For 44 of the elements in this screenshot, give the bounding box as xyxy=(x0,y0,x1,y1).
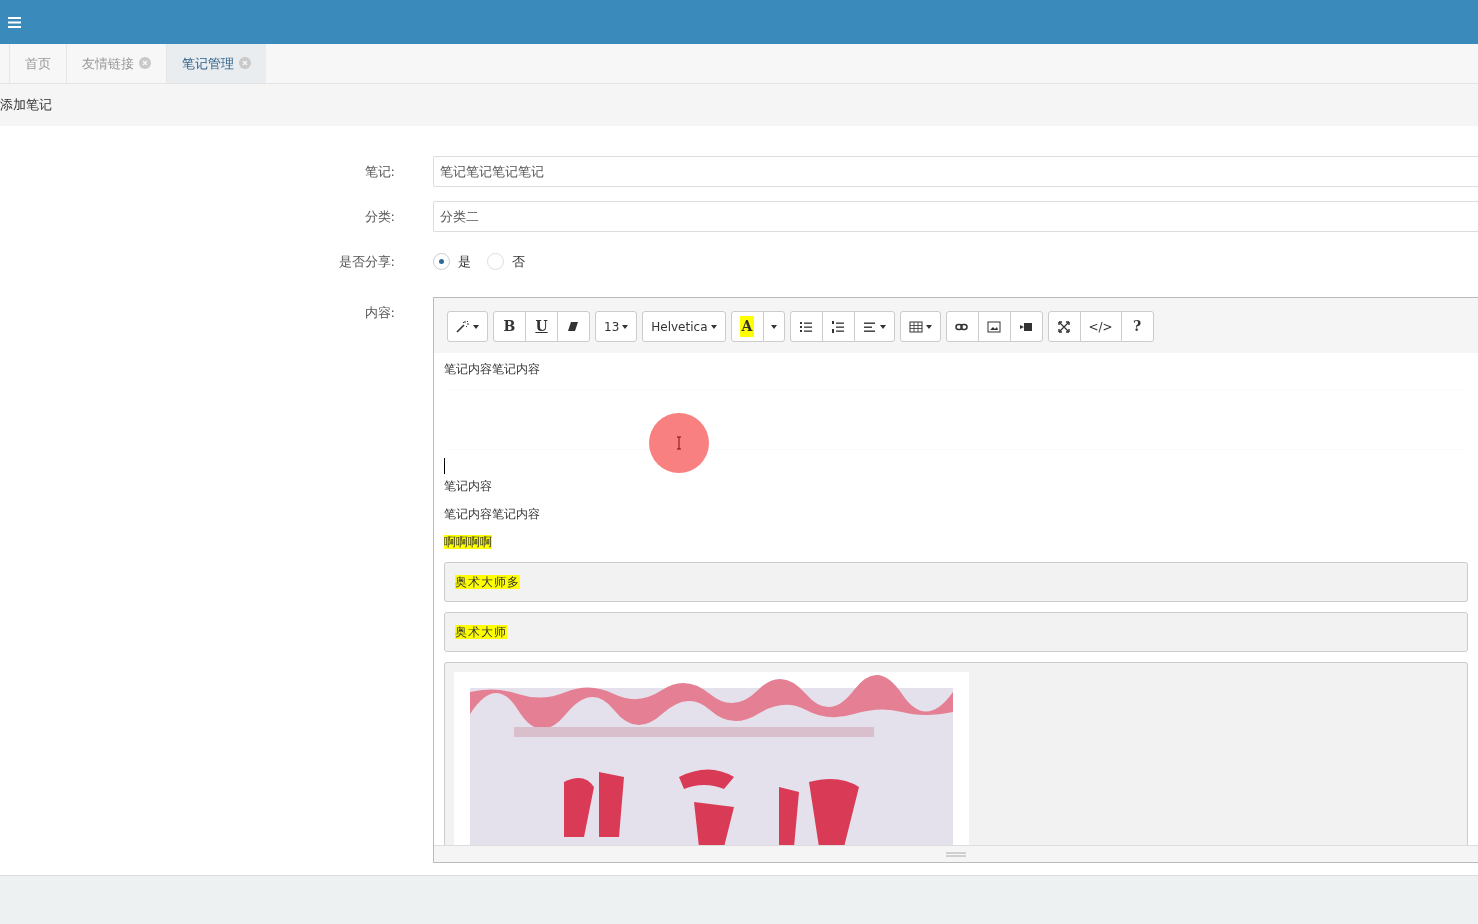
toolbar-button[interactable] xyxy=(557,311,590,342)
highlighted-text: 啊啊啊啊 xyxy=(444,535,492,549)
quote-text: 奥术大师 xyxy=(455,625,507,639)
eraser-icon xyxy=(566,319,581,334)
menu-icon[interactable] xyxy=(8,16,21,28)
paragraph: 笔记内容笔记内容 xyxy=(444,361,541,377)
text-cursor-icon xyxy=(676,436,682,450)
bullet-list-icon xyxy=(799,319,813,334)
toolbar-button[interactable]: B xyxy=(493,311,526,342)
toolbar-button[interactable] xyxy=(899,311,941,342)
field-label: 内容: xyxy=(363,304,395,322)
quote-text: 奥术大师多 xyxy=(455,575,520,589)
fullscreen-icon xyxy=(1057,319,1071,334)
paragraph: 笔记内容笔记内容 xyxy=(444,506,541,522)
page-title: 添加笔记 xyxy=(0,96,52,115)
paragraph: 笔记内容 xyxy=(444,478,493,494)
field-label: 是否分享: xyxy=(337,252,395,271)
toolbar-button[interactable]: Helvetica xyxy=(642,311,726,342)
toolbar-button[interactable]: A xyxy=(730,311,764,342)
rich-text-editor[interactable]: B U 13 Helvetica A </> ? 笔记内容笔记内容 笔记内容 笔记内容笔记内容 啊啊啊啊 奥术大师多 奥术大师 xyxy=(433,297,1478,863)
toolbar-button[interactable]: U xyxy=(525,311,558,342)
tab[interactable]: 笔记管理 xyxy=(166,44,266,83)
toolbar-button[interactable]: ? xyxy=(1120,311,1154,342)
toolbar-button[interactable]: </> xyxy=(1079,311,1122,342)
field-label: 笔记: xyxy=(363,162,395,181)
text-cursor xyxy=(444,458,445,474)
image-icon xyxy=(987,319,1001,334)
text-field[interactable]: 笔记笔记笔记笔记 xyxy=(433,156,1478,187)
toolbar-button[interactable] xyxy=(789,311,823,342)
toolbar-button[interactable] xyxy=(945,311,979,342)
toolbar-button[interactable]: 13 xyxy=(595,311,638,342)
caret-icon xyxy=(770,324,777,329)
option-label: 是 xyxy=(458,252,471,271)
toolbar-button[interactable] xyxy=(1047,311,1081,342)
table-icon xyxy=(908,319,923,334)
toolbar-button[interactable] xyxy=(821,311,855,342)
toolbar-button[interactable] xyxy=(1009,311,1043,342)
resize-handle[interactable] xyxy=(434,845,1478,862)
magic-wand-icon xyxy=(456,319,470,334)
toolbar-button[interactable] xyxy=(853,311,895,342)
numbered-list-icon xyxy=(831,319,845,334)
text-field[interactable]: 分类二 xyxy=(433,201,1478,232)
option-label: 否 xyxy=(512,252,525,271)
field-label: 分类: xyxy=(363,207,395,226)
